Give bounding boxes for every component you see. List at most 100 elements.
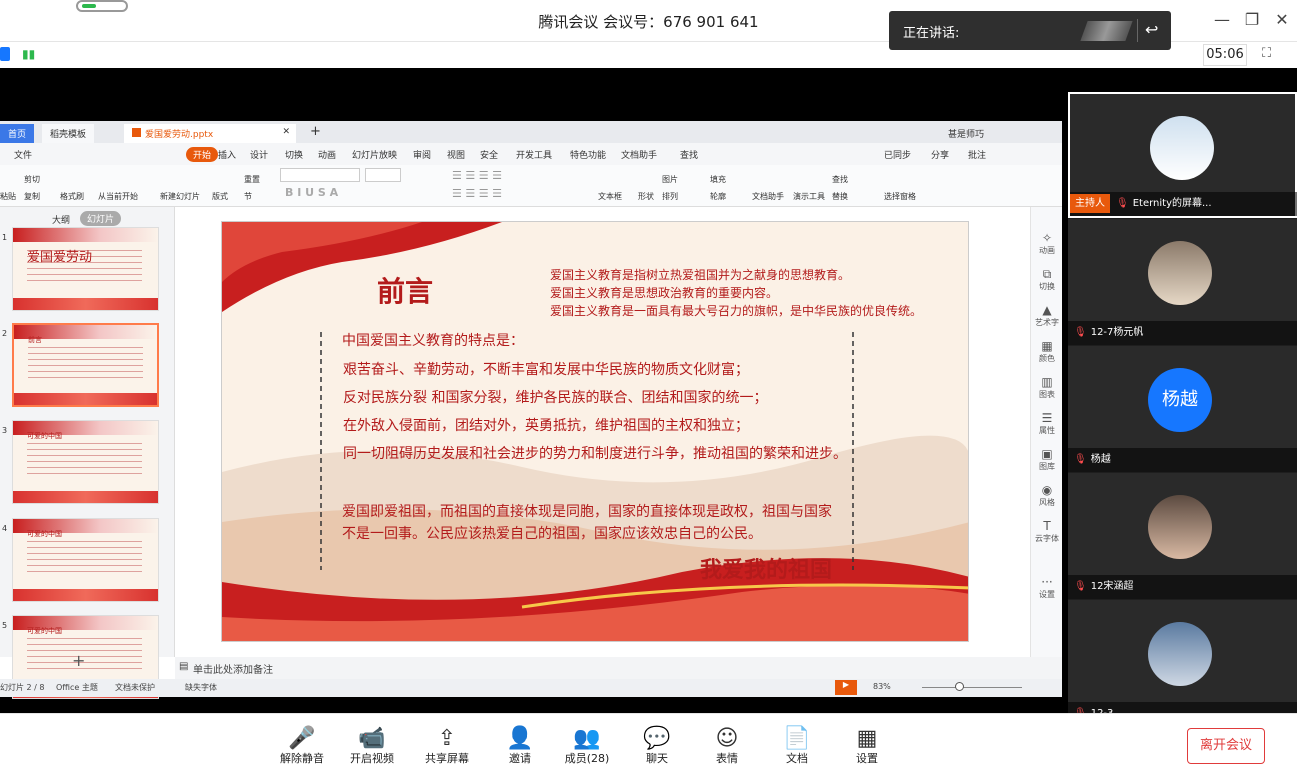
- tool-icon-4[interactable]: ▥: [1031, 375, 1063, 389]
- participant-tile[interactable]: 杨越 🎙 杨越: [1068, 346, 1297, 472]
- tool-icon-5[interactable]: ☰: [1031, 411, 1063, 425]
- tool-icon-0[interactable]: ✧: [1031, 231, 1063, 245]
- ribbon-item-15[interactable]: 文档助手: [752, 191, 784, 202]
- ribbon-item-18[interactable]: 替换: [832, 191, 848, 202]
- leave-meeting-button[interactable]: 离开会议: [1187, 728, 1265, 764]
- menu-item-1[interactable]: 开始: [186, 147, 219, 162]
- ribbon-item-17[interactable]: 查找: [832, 174, 848, 185]
- user-name[interactable]: 甚是师巧: [940, 124, 992, 143]
- menu-item-2[interactable]: 插入: [218, 148, 236, 161]
- ribbon-item-7[interactable]: 节: [244, 191, 252, 202]
- ribbon-item-8[interactable]: 重置: [244, 174, 260, 185]
- tool-label-6[interactable]: 图库: [1031, 461, 1063, 472]
- ribbon-item-11[interactable]: 图片: [662, 174, 678, 185]
- menu-item-11[interactable]: 特色功能: [570, 148, 606, 161]
- minimize-icon[interactable]: —: [1210, 10, 1234, 29]
- menu-item-13[interactable]: 查找: [680, 148, 698, 161]
- zoom-slider[interactable]: [922, 687, 1022, 688]
- close-tab-icon[interactable]: ✕: [282, 127, 290, 137]
- slides-tab[interactable]: 幻灯片: [80, 211, 122, 226]
- ribbon-item-10[interactable]: 形状: [638, 191, 654, 202]
- tab-templates[interactable]: 稻壳模板: [42, 124, 95, 143]
- tab-home[interactable]: 首页: [0, 124, 35, 143]
- toolbar-button-8[interactable]: ▦ 设置: [835, 714, 899, 766]
- toolbar-button-6[interactable]: ☺ 表情: [695, 714, 759, 766]
- ribbon-item-3[interactable]: 格式刷: [60, 191, 84, 202]
- outline-tab[interactable]: 大纲: [52, 213, 70, 226]
- restore-icon[interactable]: ❐: [1240, 10, 1264, 29]
- toolbar-button-7[interactable]: 📄 文档: [765, 714, 829, 766]
- tool-icon-9[interactable]: ···: [1031, 575, 1063, 589]
- play-icon[interactable]: ▶: [835, 680, 857, 695]
- protect-status[interactable]: 文档未保护: [115, 682, 155, 693]
- notes-placeholder[interactable]: 单击此处添加备注: [193, 661, 273, 676]
- slide-thumbnail-3[interactable]: 可爱的中国: [12, 420, 159, 504]
- zoom-level[interactable]: 83%: [873, 682, 891, 691]
- zoom-handle[interactable]: [955, 682, 964, 691]
- menu-item-8[interactable]: 视图: [447, 148, 465, 161]
- missing-font[interactable]: 缺失字体: [185, 682, 217, 693]
- participant-tile[interactable]: 主持人 🎙 Eternity的屏幕...: [1068, 92, 1297, 218]
- menu-item-7[interactable]: 审阅: [413, 148, 431, 161]
- add-slide-icon[interactable]: +: [72, 651, 85, 670]
- ribbon-item-16[interactable]: 演示工具: [793, 191, 825, 202]
- right-menu-2[interactable]: 批注: [968, 148, 986, 161]
- right-menu-1[interactable]: 分享: [931, 148, 949, 161]
- tool-icon-3[interactable]: ▦: [1031, 339, 1063, 353]
- tab-file[interactable]: 爱国爱劳动.pptx ✕: [124, 124, 296, 143]
- slide-thumbnail-4[interactable]: 可爱的中国: [12, 518, 159, 602]
- tool-label-7[interactable]: 风格: [1031, 497, 1063, 508]
- tool-label-5[interactable]: 属性: [1031, 425, 1063, 436]
- tool-label-0[interactable]: 动画: [1031, 245, 1063, 256]
- slide-thumbnail-1[interactable]: 爱国爱劳动: [12, 227, 159, 311]
- ribbon-item-0[interactable]: 粘贴: [0, 191, 16, 202]
- right-menu-0[interactable]: 已同步: [884, 148, 911, 161]
- menu-item-6[interactable]: 幻灯片放映: [352, 148, 397, 161]
- menu-item-12[interactable]: 文档助手: [621, 148, 657, 161]
- ribbon-item-14[interactable]: 轮廓: [710, 191, 726, 202]
- collapse-icon[interactable]: ↩: [1145, 20, 1158, 39]
- menu-item-3[interactable]: 设计: [250, 148, 268, 161]
- ribbon-item-1[interactable]: 剪切: [24, 174, 40, 185]
- tool-label-2[interactable]: 艺术字: [1031, 317, 1063, 328]
- fullscreen-icon[interactable]: ⛶: [1262, 46, 1271, 61]
- ribbon-item-19[interactable]: 选择窗格: [884, 191, 916, 202]
- ribbon-item-5[interactable]: 新建幻灯片: [160, 191, 200, 202]
- notes-bar[interactable]: ▤ 单击此处添加备注: [175, 657, 1062, 679]
- toolbar-button-0[interactable]: 🎤 解除静音: [270, 714, 334, 766]
- ribbon-item-13[interactable]: 填充: [710, 174, 726, 185]
- tool-label-1[interactable]: 切换: [1031, 281, 1063, 292]
- slide-thumbnail-2[interactable]: 前言: [12, 323, 159, 407]
- toolbar-button-2[interactable]: ⇪ 共享屏幕: [415, 714, 479, 766]
- participant-tile[interactable]: 🎙12-3...: [1068, 600, 1297, 726]
- menu-item-10[interactable]: 开发工具: [516, 148, 552, 161]
- new-tab-icon[interactable]: +: [302, 121, 329, 140]
- tool-icon-8[interactable]: T: [1031, 519, 1063, 533]
- close-icon[interactable]: ✕: [1270, 10, 1294, 29]
- tool-icon-6[interactable]: ▣: [1031, 447, 1063, 461]
- signal-icon[interactable]: ▮▮: [22, 47, 35, 61]
- tool-icon-2[interactable]: ▲: [1031, 303, 1063, 317]
- ribbon-item-6[interactable]: 版式: [212, 191, 228, 202]
- tool-label-8[interactable]: 云字体: [1031, 533, 1063, 544]
- security-icon[interactable]: [0, 47, 10, 61]
- font-select[interactable]: [280, 168, 360, 182]
- participant-tile[interactable]: 🎙 12宋涵超: [1068, 473, 1297, 599]
- tool-label-4[interactable]: 图表: [1031, 389, 1063, 400]
- tool-label-9[interactable]: 设置: [1031, 589, 1063, 600]
- tool-icon-7[interactable]: ◉: [1031, 483, 1063, 497]
- participant-tile[interactable]: 🎙 12-7杨元帆: [1068, 219, 1297, 345]
- toolbar-button-3[interactable]: 👤 邀请: [488, 714, 552, 766]
- menu-item-4[interactable]: 切换: [285, 148, 303, 161]
- menu-item-0[interactable]: 文件: [14, 148, 32, 161]
- tool-icon-1[interactable]: ⧉: [1031, 267, 1063, 282]
- toolbar-button-1[interactable]: 📹 开启视频: [340, 714, 404, 766]
- ribbon-item-12[interactable]: 排列: [662, 191, 678, 202]
- toolbar-button-4[interactable]: 👥 成员(28): [555, 714, 619, 766]
- ribbon-item-2[interactable]: 复制: [24, 191, 40, 202]
- toolbar-button-5[interactable]: 💬 聊天: [625, 714, 689, 766]
- ribbon-item-9[interactable]: 文本框: [598, 191, 622, 202]
- menu-item-9[interactable]: 安全: [480, 148, 498, 161]
- menu-item-5[interactable]: 动画: [318, 148, 336, 161]
- font-size-select[interactable]: [365, 168, 401, 182]
